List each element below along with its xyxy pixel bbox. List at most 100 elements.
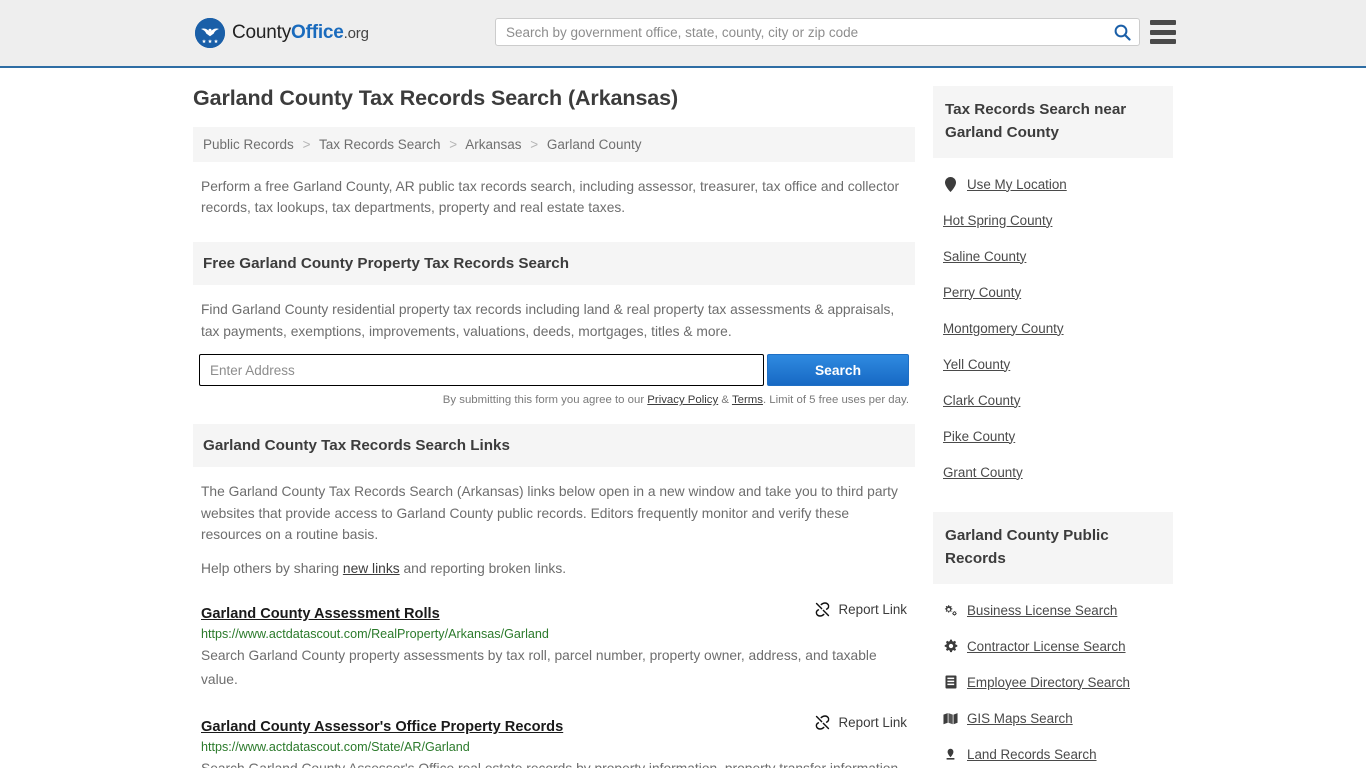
property-search-panel-heading: Free Garland County Property Tax Records… <box>193 242 915 285</box>
share-suffix: and reporting broken links. <box>399 560 567 576</box>
report-link-button[interactable]: Report Link <box>814 714 907 731</box>
hamburger-bar-1 <box>1150 20 1176 25</box>
report-link-button[interactable]: Report Link <box>814 601 907 618</box>
breadcrumb-separator-2: > <box>449 137 458 152</box>
search-links-panel-heading: Garland County Tax Records Search Links <box>193 424 915 467</box>
terms-link[interactable]: Terms <box>732 394 763 406</box>
sidebar-item-saline-county[interactable]: Saline County <box>943 238 1173 274</box>
nearby-county-list: Use My Location Hot Spring County Saline… <box>933 158 1173 490</box>
search-input[interactable] <box>496 19 1105 45</box>
sidebar-item-hot-spring-county[interactable]: Hot Spring County <box>943 202 1173 238</box>
broken-link-icon <box>815 715 829 730</box>
sidebar-link-label[interactable]: Saline County <box>943 249 1026 264</box>
page-body: Garland County Tax Records Search (Arkan… <box>0 68 1366 768</box>
sidebar-item-perry-county[interactable]: Perry County <box>943 274 1173 310</box>
result-description: Search Garland County property assessmen… <box>201 648 877 687</box>
content-container: Garland County Tax Records Search (Arkan… <box>193 68 1173 768</box>
sidebar-link-label[interactable]: Contractor License Search <box>967 639 1126 654</box>
sidebar-link-label[interactable]: Use My Location <box>967 177 1067 192</box>
sidebar-link-label[interactable]: Montgomery County <box>943 321 1064 336</box>
sidebar: Tax Records Search near Garland County U… <box>933 86 1173 768</box>
sidebar-item-montgomery-county[interactable]: Montgomery County <box>943 310 1173 346</box>
nearby-panel-heading: Tax Records Search near Garland County <box>933 86 1173 158</box>
breadcrumb-item-public-records[interactable]: Public Records <box>203 137 294 152</box>
property-search-panel-body: Find Garland County residential property… <box>193 285 915 342</box>
sidebar-link-label[interactable]: Grant County <box>943 465 1023 480</box>
sidebar-item-land-records-search[interactable]: Land Records Search <box>943 736 1173 768</box>
site-header: CountyOffice.org <box>0 0 1366 68</box>
search-links-panel-body: The Garland County Tax Records Search (A… <box>193 467 915 579</box>
report-link-label: Report Link <box>838 602 907 617</box>
book-icon <box>943 675 958 690</box>
form-disclaimer-suffix: . Limit of 5 free uses per day. <box>762 394 909 406</box>
eagle-shield-logo-icon <box>195 18 225 48</box>
main-column: Garland County Tax Records Search (Arkan… <box>193 86 915 768</box>
result-description: Search Garland County Assessor's Office … <box>201 757 907 768</box>
logo-text-part3: .org <box>343 25 369 42</box>
result-header-row: Garland County Assessment Rolls Report L… <box>201 601 907 622</box>
new-links-link[interactable]: new links <box>343 561 400 576</box>
breadcrumb-item-arkansas[interactable]: Arkansas <box>465 137 521 152</box>
sidebar-item-business-license-search[interactable]: Business License Search <box>943 592 1173 628</box>
broken-link-icon <box>815 602 829 617</box>
sidebar-link-label[interactable]: Yell County <box>943 357 1010 372</box>
sidebar-link-label[interactable]: Perry County <box>943 285 1021 300</box>
sidebar-item-gis-maps-search[interactable]: GIS Maps Search <box>943 700 1173 736</box>
sidebar-link-label[interactable]: Employee Directory Search <box>967 675 1130 690</box>
sidebar-item-employee-directory-search[interactable]: Employee Directory Search <box>943 664 1173 700</box>
search-links-paragraph-2: Help others by sharing new links and rep… <box>201 558 907 580</box>
breadcrumb-separator-1: > <box>302 137 311 152</box>
form-disclaimer: By submitting this form you agree to our… <box>193 394 909 406</box>
page-intro-text: Perform a free Garland County, AR public… <box>201 179 900 215</box>
sidebar-link-label[interactable]: Clark County <box>943 393 1020 408</box>
sidebar-item-clark-county[interactable]: Clark County <box>943 382 1173 418</box>
result-item: Garland County Assessment Rolls Report L… <box>193 601 915 692</box>
sidebar-link-label[interactable]: GIS Maps Search <box>967 711 1073 726</box>
privacy-policy-link[interactable]: Privacy Policy <box>647 394 718 406</box>
result-title-link[interactable]: Garland County Assessor's Office Propert… <box>201 719 563 735</box>
hamburger-bar-3 <box>1150 39 1176 44</box>
form-disclaimer-prefix: By submitting this form you agree to our <box>442 394 648 406</box>
public-records-list: Business License Search Contractor Licen… <box>933 584 1173 768</box>
address-search-button[interactable]: Search <box>767 354 909 386</box>
site-logo-text: CountyOffice.org <box>232 22 369 44</box>
breadcrumb-item-garland-county[interactable]: Garland County <box>547 137 642 152</box>
landmark-icon <box>943 747 958 762</box>
public-records-panel-heading: Garland County Public Records <box>933 512 1173 584</box>
property-search-description: Find Garland County residential property… <box>201 302 895 339</box>
sidebar-item-yell-county[interactable]: Yell County <box>943 346 1173 382</box>
sidebar-item-pike-county[interactable]: Pike County <box>943 418 1173 454</box>
hamburger-bar-2 <box>1150 29 1176 35</box>
form-disclaimer-amp: & <box>718 394 732 406</box>
search-submit-button[interactable] <box>1105 19 1139 45</box>
gear-icon <box>943 639 958 654</box>
result-header-row: Garland County Assessor's Office Propert… <box>201 714 907 735</box>
map-pin-icon <box>943 176 958 192</box>
sidebar-link-label[interactable]: Pike County <box>943 429 1015 444</box>
logo-text-part1: County <box>232 22 292 43</box>
sidebar-link-label[interactable]: Land Records Search <box>967 747 1097 762</box>
share-prefix: Help others by sharing <box>201 560 343 576</box>
result-url: https://www.actdatascout.com/State/AR/Ga… <box>201 740 470 754</box>
result-url: https://www.actdatascout.com/RealPropert… <box>201 627 549 641</box>
hamburger-menu-icon[interactable] <box>1150 20 1176 44</box>
address-input[interactable] <box>199 354 764 386</box>
result-title-link[interactable]: Garland County Assessment Rolls <box>201 606 440 622</box>
sidebar-link-label[interactable]: Hot Spring County <box>943 213 1052 228</box>
sidebar-link-label[interactable]: Business License Search <box>967 603 1117 618</box>
sidebar-item-grant-county[interactable]: Grant County <box>943 454 1173 490</box>
sidebar-item-use-my-location[interactable]: Use My Location <box>943 166 1173 202</box>
cogs-icon <box>943 603 958 618</box>
address-search-form: Search <box>199 354 909 386</box>
breadcrumb: Public Records > Tax Records Search > Ar… <box>193 127 915 162</box>
breadcrumb-separator-3: > <box>530 137 539 152</box>
global-search-bar[interactable] <box>495 18 1140 46</box>
sidebar-item-contractor-license-search[interactable]: Contractor License Search <box>943 628 1173 664</box>
breadcrumb-item-tax-records-search[interactable]: Tax Records Search <box>319 137 441 152</box>
result-item: Garland County Assessor's Office Propert… <box>193 714 915 768</box>
report-link-label: Report Link <box>838 715 907 730</box>
site-logo[interactable]: CountyOffice.org <box>195 18 369 48</box>
page-title: Garland County Tax Records Search (Arkan… <box>193 86 679 110</box>
search-links-paragraph-1: The Garland County Tax Records Search (A… <box>201 484 898 542</box>
map-icon <box>943 711 958 726</box>
